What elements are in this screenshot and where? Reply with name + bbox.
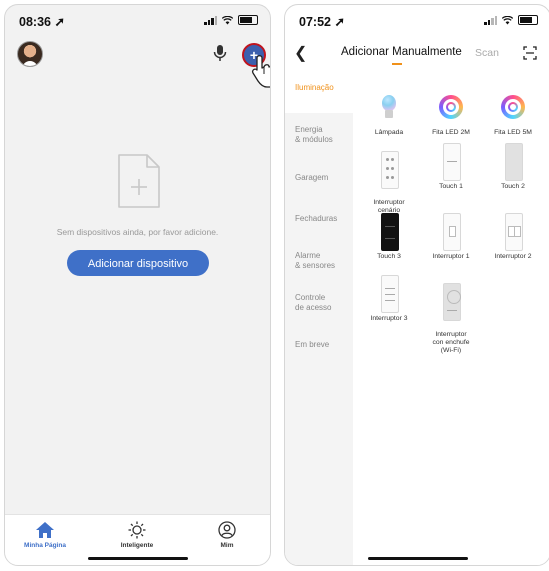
home-indicator[interactable] <box>367 557 468 560</box>
device-label: Touch 3 <box>377 253 401 260</box>
scan-frame-icon[interactable] <box>523 46 537 60</box>
device-fita-led-5m[interactable]: Fita LED 5M <box>481 89 545 137</box>
socket-switch-icon <box>431 283 471 321</box>
device-label: Fita LED 5M <box>494 129 532 136</box>
bulb-icon <box>369 89 409 125</box>
status-icons <box>484 15 538 25</box>
device-label: Interruptor 2 <box>494 253 532 260</box>
category-sidebar: Iluminação Energia & módulos Garagem Fec… <box>285 75 353 565</box>
empty-document-icon <box>118 154 160 208</box>
device-label: Touch 1 <box>439 183 463 190</box>
microphone-icon[interactable] <box>211 43 229 63</box>
scene-switch-icon <box>369 151 409 189</box>
tab-adicionar-manualmente[interactable]: Adicionar Manualmente <box>341 46 462 58</box>
device-interruptor-3[interactable]: Interruptor 3 <box>357 275 421 323</box>
touch-switch-gray-icon <box>493 143 533 181</box>
device-touch-2[interactable]: Touch 2 <box>481 143 545 191</box>
status-bar: 08:36 ➚ <box>5 5 270 35</box>
add-device-button[interactable]: Adicionar dispositivo <box>67 250 209 276</box>
active-tab-indicator <box>392 63 402 65</box>
home-icon <box>36 522 54 538</box>
device-interruptor-cenario[interactable]: Interruptor cenário <box>357 143 421 215</box>
sun-icon <box>128 521 146 539</box>
category-fechaduras[interactable]: Fechaduras <box>285 214 353 224</box>
category-em-breve[interactable]: Em breve <box>285 340 353 350</box>
home-indicator[interactable] <box>87 557 188 560</box>
category-alarme[interactable]: Alarme & sensores <box>285 251 353 271</box>
tab-bar: Minha Página Inteligente Mim <box>5 514 270 565</box>
wifi-icon <box>222 15 233 24</box>
tab-minha-pagina[interactable]: Minha Página <box>5 521 85 549</box>
signal-icon <box>484 15 497 25</box>
device-label: Interruptor cenário <box>373 199 405 214</box>
category-garagem[interactable]: Garagem <box>285 173 353 183</box>
device-touch-3[interactable]: Touch 3 <box>357 213 421 261</box>
device-label: Interruptor 3 <box>370 315 408 322</box>
category-iluminacao[interactable]: Iluminação <box>285 75 353 113</box>
switch-3-icon <box>369 275 409 313</box>
device-label: Interruptor con enchufe (Wi-Fi) <box>432 331 470 354</box>
device-label: Interruptor 1 <box>432 253 470 260</box>
user-icon <box>218 521 236 539</box>
device-interruptor-2[interactable]: Interruptor 2 <box>481 213 545 261</box>
status-icons <box>204 15 258 25</box>
category-controle-acesso[interactable]: Controle de acesso <box>285 293 353 313</box>
status-time: 08:36 ➚ <box>19 15 65 29</box>
led-ring-icon <box>493 89 533 125</box>
signal-icon <box>204 15 217 25</box>
battery-icon <box>238 15 258 25</box>
status-bar: 07:52 ➚ <box>285 5 549 35</box>
phone-screen-add-manually: 07:52 ➚ ❮ Adicionar Manualmente Scan Ilu… <box>284 4 549 566</box>
tab-mim[interactable]: Mim <box>187 521 267 549</box>
wifi-icon <box>502 15 513 24</box>
device-label: Fita LED 2M <box>432 129 470 136</box>
pointing-hand-icon <box>252 55 270 88</box>
switch-2-icon <box>493 213 533 251</box>
switch-1-icon <box>431 213 471 251</box>
back-chevron-icon[interactable]: ❮ <box>294 43 307 63</box>
tab-inteligente[interactable]: Inteligente <box>97 521 177 549</box>
touch-switch-black-icon <box>369 213 409 251</box>
device-interruptor-enchufe[interactable]: Interruptor con enchufe (Wi-Fi) <box>419 275 483 355</box>
device-touch-1[interactable]: Touch 1 <box>419 143 483 191</box>
device-interruptor-1[interactable]: Interruptor 1 <box>419 213 483 261</box>
device-fita-led-2m[interactable]: Fita LED 2M <box>419 89 483 137</box>
battery-icon <box>518 15 538 25</box>
category-energia[interactable]: Energia & módulos <box>285 125 353 145</box>
avatar[interactable] <box>17 41 43 67</box>
nav-bar: ❮ Adicionar Manualmente Scan <box>285 41 549 67</box>
device-label: Touch 2 <box>501 183 525 190</box>
device-label: Lâmpada <box>374 129 404 136</box>
led-ring-icon <box>431 89 471 125</box>
status-time: 07:52 ➚ <box>299 15 345 29</box>
device-lampada[interactable]: Lâmpada <box>357 89 421 137</box>
tab-label: Mim <box>220 542 234 549</box>
device-grid: Lâmpada Fita LED 2M Fita LED 5M Interrup… <box>353 75 549 565</box>
tab-scan[interactable]: Scan <box>475 47 499 59</box>
touch-switch-icon <box>431 143 471 181</box>
tab-label: Minha Página <box>24 542 66 549</box>
phone-screen-home: 08:36 ➚ + Sem dispositivos ainda, por fa… <box>4 4 271 566</box>
empty-message: Sem dispositivos ainda, por favor adicio… <box>56 227 219 237</box>
tab-label: Inteligente <box>120 542 154 549</box>
